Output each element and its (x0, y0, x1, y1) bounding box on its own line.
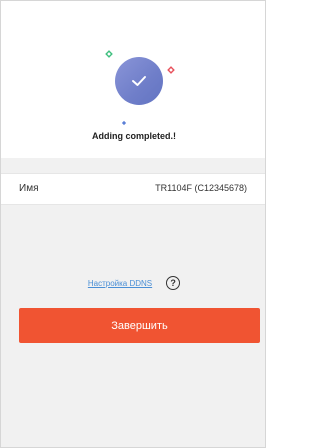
help-icon[interactable]: ? (166, 276, 181, 290)
ddns-settings-link[interactable]: Настройка DDNS (88, 279, 152, 288)
sparkle-red-icon (167, 61, 175, 79)
success-illustration (99, 41, 179, 126)
finish-button[interactable]: Завершить (19, 308, 260, 343)
status-title: Adding completed.! (92, 131, 176, 141)
adding-completed-screen: Adding completed.! Имя TR1104F (C1234567… (0, 0, 266, 448)
sparkle-blue-icon (121, 113, 127, 131)
checkmark-icon (132, 76, 146, 86)
device-name-label: Имя (19, 183, 39, 194)
device-name-value: TR1104F (C12345678) (155, 183, 247, 193)
ddns-settings-row: Настройка DDNS ? (1, 273, 265, 293)
success-panel: Adding completed.! (1, 1, 265, 158)
success-badge (115, 57, 163, 105)
device-name-row: Имя TR1104F (C12345678) (1, 173, 265, 205)
sparkle-green-icon (105, 45, 113, 63)
